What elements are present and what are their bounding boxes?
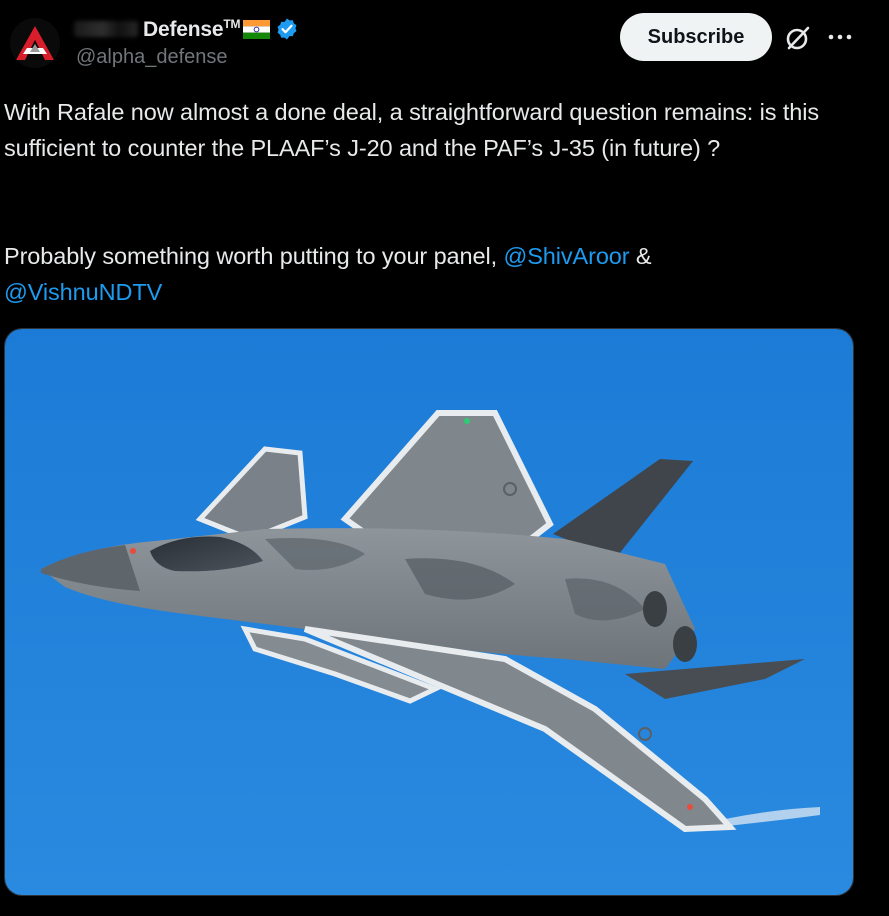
post-media-image[interactable] bbox=[4, 328, 854, 896]
verified-badge-icon[interactable] bbox=[275, 17, 299, 41]
mention-connector: & bbox=[629, 243, 652, 269]
india-flag-icon bbox=[243, 19, 271, 39]
mention-link-shivaroor[interactable]: @ShivAroor bbox=[503, 243, 629, 269]
paragraph-2-text: Probably something worth putting to your… bbox=[4, 243, 504, 269]
post-container: DefenseTM @alpha_defense Subscribe With … bbox=[0, 0, 889, 916]
mention-link-vishnundtv[interactable]: @VishnuNDTV bbox=[4, 279, 162, 305]
author-display-name[interactable]: DefenseTM bbox=[143, 17, 240, 42]
author-handle[interactable]: @alpha_defense bbox=[76, 46, 228, 69]
fighter-jet-photo bbox=[5, 329, 853, 895]
more-options-icon[interactable] bbox=[826, 24, 854, 52]
redacted-name-part bbox=[74, 21, 138, 37]
alpha-defense-logo-icon bbox=[10, 18, 60, 68]
post-text-paragraph-1: With Rafale now almost a done deal, a st… bbox=[4, 99, 820, 161]
author-avatar[interactable] bbox=[10, 18, 60, 68]
author-name-row[interactable]: DefenseTM bbox=[74, 14, 299, 44]
subscribe-button[interactable]: Subscribe bbox=[620, 13, 772, 61]
post-text-paragraph-2: Probably something worth putting to your… bbox=[4, 238, 864, 310]
trademark-mark: TM bbox=[223, 16, 241, 31]
grok-icon[interactable] bbox=[784, 24, 812, 52]
